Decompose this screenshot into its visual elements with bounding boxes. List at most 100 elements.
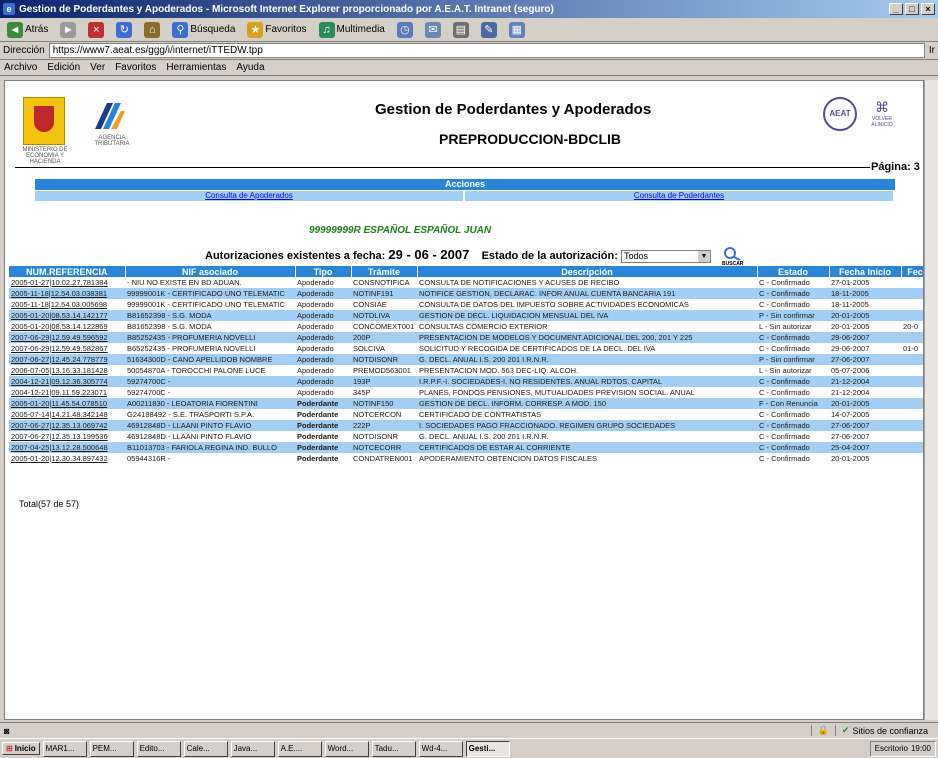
cell-tipo: Apoderado bbox=[295, 376, 351, 387]
col-estado[interactable]: Estado bbox=[757, 266, 830, 277]
menu-ayuda[interactable]: Ayuda bbox=[236, 62, 264, 73]
menu-favoritos[interactable]: Favoritos bbox=[115, 62, 156, 73]
cell-nif: 46912848D - LLAANI PINTO FLAVIO bbox=[125, 431, 295, 442]
cell-tipo: Apoderado bbox=[295, 321, 351, 332]
taskbar-item[interactable]: Wd-4... bbox=[418, 740, 463, 757]
menu-herramientas[interactable]: Herramientas bbox=[166, 62, 226, 73]
cell-num-referencia[interactable]: 2005-01-27|10.02.27.781384 bbox=[9, 277, 125, 288]
refresh-button[interactable]: ↻ bbox=[113, 21, 135, 39]
cell-num-referencia[interactable]: 2007-06-29|12.59.49.596592 bbox=[9, 332, 125, 343]
status-bar: ◙ 🔒 ✔ Sitios de confianza bbox=[0, 722, 938, 738]
windows-taskbar: ⊞ Inicio MAR1... PEM... Edito... Cale...… bbox=[0, 738, 938, 758]
table-row: 2005-01-20|12.30.34.897432 05944316R - Pod… bbox=[9, 453, 923, 464]
menu-ver[interactable]: Ver bbox=[90, 62, 105, 73]
mail-button[interactable]: ✉ bbox=[422, 21, 444, 39]
cell-num-referencia[interactable]: 2007-06-27|12.45.24.778779 bbox=[9, 354, 125, 365]
cell-num-referencia[interactable]: 2007-06-29|12.59.49.582867 bbox=[9, 343, 125, 354]
taskbar-item[interactable]: Word... bbox=[324, 740, 369, 757]
agencia-tributaria-logo-icon bbox=[95, 103, 125, 129]
menu-edicion[interactable]: Edición bbox=[47, 62, 80, 73]
cell-fecha-fin bbox=[901, 398, 923, 409]
cell-tramite: 222P bbox=[351, 420, 417, 431]
forward-button[interactable]: ► bbox=[57, 21, 79, 39]
taskbar-item-active[interactable]: Gesti... bbox=[465, 740, 510, 757]
taskbar-item[interactable]: MAR1... bbox=[42, 740, 87, 757]
ie-logo-icon: e bbox=[3, 3, 15, 15]
windows-logo-icon: ⊞ bbox=[6, 744, 13, 753]
col-nif-asociado[interactable]: NIF asociado bbox=[125, 266, 296, 277]
menu-archivo[interactable]: Archivo bbox=[4, 62, 37, 73]
table-row: 2005-01-27|10.02.27.781384- NIU NO EXIST… bbox=[9, 277, 923, 288]
cell-num-referencia[interactable]: 2005-07-14|14.21.48.342148 bbox=[9, 409, 125, 420]
cell-num-referencia[interactable]: 2005-11-18|12.54.03.038381 bbox=[9, 288, 125, 299]
autorizaciones-label: Autorizaciones existentes a fecha: bbox=[205, 250, 386, 262]
go-button[interactable]: Ir bbox=[929, 45, 935, 56]
cell-fecha-inicio: 29-06-2007 bbox=[829, 332, 901, 343]
multimedia-button[interactable]: ♫ Multimedia bbox=[316, 21, 388, 39]
consulta-apoderados-link[interactable]: Consulta de Apoderados bbox=[35, 191, 463, 201]
cell-num-referencia[interactable]: 2006-07-05|13.16.33.181428 bbox=[9, 365, 125, 376]
maximize-button[interactable]: □ bbox=[905, 3, 919, 15]
col-tipo[interactable]: Tipo bbox=[295, 266, 352, 277]
cell-nif: 99999001K - CERTIFICADO UNO TELEMATIC bbox=[125, 299, 295, 310]
cell-num-referencia[interactable]: 2007-04-25|13.12.28.500648 bbox=[9, 442, 125, 453]
lock-zone: 🔒 bbox=[810, 725, 835, 736]
col-fecha-fin[interactable]: Fec bbox=[901, 266, 923, 277]
cell-num-referencia[interactable]: 2005-01-20|12.30.34.897432 bbox=[9, 453, 125, 464]
cell-num-referencia[interactable]: 2007-06-27|12.35.13.199536 bbox=[9, 431, 125, 442]
cell-descripcion: GESTION DE DECL. LIQUIDACION MENSUAL DEL… bbox=[417, 310, 757, 321]
estado-select[interactable]: Todos ▼ bbox=[620, 249, 711, 263]
cell-tipo: Apoderado bbox=[295, 365, 351, 376]
cell-fecha-fin bbox=[901, 442, 923, 453]
edit-button[interactable]: ✎ bbox=[478, 21, 500, 39]
buscar-button[interactable]: BUSCAR bbox=[722, 247, 744, 267]
stop-button[interactable]: × bbox=[85, 21, 107, 39]
col-num-referencia[interactable]: NUM.REFERENCIA bbox=[9, 266, 126, 277]
print-icon: ▤ bbox=[452, 21, 469, 38]
col-tramite[interactable]: Trámite bbox=[351, 266, 418, 277]
cell-num-referencia[interactable]: 2005-01-20|08.53.14.122869 bbox=[9, 321, 125, 332]
cell-num-referencia[interactable]: 2004-12-21|09.12.36.305774 bbox=[9, 376, 125, 387]
back-button[interactable]: ◄ Atrás bbox=[4, 21, 51, 39]
taskbar-item[interactable]: Cale... bbox=[183, 740, 228, 757]
consulta-poderdantes-link[interactable]: Consulta de Poderdantes bbox=[465, 191, 893, 201]
col-fecha-inicio[interactable]: Fecha Inicio bbox=[829, 266, 902, 277]
taskbar-item[interactable]: Edito... bbox=[136, 740, 181, 757]
system-tray: Escritorio 19:00 bbox=[869, 740, 936, 757]
volver-button[interactable]: ⌘ VOLVER ALINICIO bbox=[867, 99, 897, 129]
taskbar-item[interactable]: A.E.... bbox=[277, 740, 322, 757]
start-button[interactable]: ⊞ Inicio bbox=[2, 742, 40, 755]
table-row: 2007-06-29|12.59.49.582867 B65252435 - PR… bbox=[9, 343, 923, 354]
cell-estado: C - Confirmado bbox=[757, 431, 829, 442]
taskbar-item[interactable]: Java... bbox=[230, 740, 275, 757]
cell-estado: L - Sin autorizar bbox=[757, 365, 829, 376]
history-button[interactable]: ◷ bbox=[394, 21, 416, 39]
cell-num-referencia[interactable]: 2005-11-18|12.54.03.005698 bbox=[9, 299, 125, 310]
cell-num-referencia[interactable]: 2004-12-21|09.11.59.223071 bbox=[9, 387, 125, 398]
cell-tipo: Poderdante bbox=[295, 453, 351, 464]
address-input[interactable]: https://www7.aeat.es/ggg/i/internet/iTTE… bbox=[48, 43, 925, 58]
search-button[interactable]: ⚲ Búsqueda bbox=[169, 21, 238, 39]
vertical-scrollbar[interactable] bbox=[924, 80, 938, 720]
cell-num-referencia[interactable]: 2005-01-20|11.45.54.078510 bbox=[9, 398, 125, 409]
discuss-button[interactable]: ▦ bbox=[506, 21, 528, 39]
taskbar-item[interactable]: PEM... bbox=[89, 740, 134, 757]
person-name: 99999999R ESPAÑOL ESPAÑOL JUAN bbox=[309, 225, 492, 236]
print-button[interactable]: ▤ bbox=[450, 21, 472, 39]
refresh-icon: ↻ bbox=[116, 21, 133, 38]
cell-tipo: Poderdante bbox=[295, 442, 351, 453]
taskbar-item[interactable]: Tadu... bbox=[371, 740, 416, 757]
cell-nif: B81652398 - S.G. MODA bbox=[125, 310, 295, 321]
close-button[interactable]: × bbox=[921, 3, 935, 15]
minimize-button[interactable]: _ bbox=[889, 3, 903, 15]
cell-num-referencia[interactable]: 2005-01-20|08.53.14.142177 bbox=[9, 310, 125, 321]
col-descripcion[interactable]: Descripción bbox=[417, 266, 758, 277]
home-button[interactable]: ⌂ bbox=[141, 21, 163, 39]
cell-nif: B65252435 - PROFUMERIA NOVELLI bbox=[125, 343, 295, 354]
cell-descripcion: G. DECL. ANUAL I.S. 200 201 I.R.N.R. bbox=[417, 431, 757, 442]
cell-num-referencia[interactable]: 2007-06-27|12.35.13.069742 bbox=[9, 420, 125, 431]
cell-fecha-fin bbox=[901, 387, 923, 398]
favorites-button[interactable]: ★ Favoritos bbox=[244, 21, 309, 39]
cell-estado: C - Confirmado bbox=[757, 376, 829, 387]
cell-tramite: CONSNOTIFICA bbox=[351, 277, 417, 288]
